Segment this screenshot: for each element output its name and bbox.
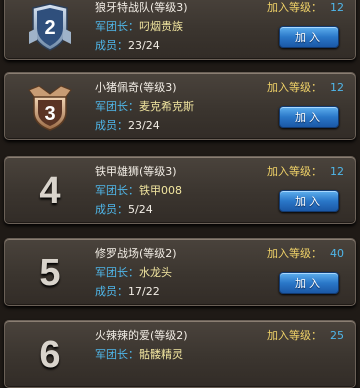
join-level-value: 12 xyxy=(330,1,344,14)
silver-rank-badge-icon: 2 xyxy=(29,3,71,51)
guild-row[interactable]: 2 狼牙特战队(等级3) 军团长：叼烟贵族 成员：23/24 加入等级： 12 加… xyxy=(4,0,356,60)
rank-number: 5 xyxy=(39,251,61,294)
members-line: 成员：23/24 xyxy=(95,36,265,55)
leader-label: 军团长： xyxy=(95,100,139,113)
leader-line: 军团长：叼烟贵族 xyxy=(95,17,265,36)
guild-name: 狼牙特战队(等级3) xyxy=(95,1,188,14)
leader-label: 军团长： xyxy=(95,266,139,279)
leader-label: 军团长： xyxy=(95,348,139,361)
members-count: 23/24 xyxy=(128,119,160,132)
rank-number: 2 xyxy=(44,17,55,39)
rank-badge: 4 xyxy=(27,166,73,216)
join-level: 加入等级： 40 xyxy=(267,244,344,263)
leader-name: 叼烟贵族 xyxy=(139,20,183,33)
rank-badge: 2 xyxy=(27,2,73,52)
guild-row[interactable]: 6 火辣辣的爱(等级2) 军团长：骷髅精灵 加入等级： 25 xyxy=(4,320,356,388)
members-count: 17/22 xyxy=(128,285,160,298)
leader-line: 军团长：骷髅精灵 xyxy=(95,345,265,364)
join-level-label: 加入等级： xyxy=(267,81,322,94)
guild-info: 小猪佩奇(等级3) 军团长：麦克希克斯 成员：23/24 xyxy=(95,78,265,135)
join-button[interactable]: 加入 xyxy=(279,26,339,48)
rank-number: 3 xyxy=(44,103,55,125)
members-count: 23/24 xyxy=(128,39,160,52)
leader-name: 骷髅精灵 xyxy=(139,348,183,361)
join-level-label: 加入等级： xyxy=(267,329,322,342)
join-level: 加入等级： 25 xyxy=(267,326,344,345)
leader-name: 麦克希克斯 xyxy=(139,100,194,113)
guild-row[interactable]: 3 小猪佩奇(等级3) 军团长：麦克希克斯 成员：23/24 加入等级： 12 加… xyxy=(4,72,356,140)
join-button[interactable]: 加入 xyxy=(279,190,339,212)
join-level-value: 12 xyxy=(330,165,344,178)
members-label: 成员： xyxy=(95,203,128,216)
guild-row[interactable]: 4 铁甲雄狮(等级3) 军团长：铁甲008 成员：5/24 加入等级： 12 加入 xyxy=(4,156,356,224)
members-line: 成员：23/24 xyxy=(95,116,265,135)
join-level-value: 25 xyxy=(330,329,344,342)
join-button[interactable]: 加入 xyxy=(279,272,339,294)
rank-badge: 6 xyxy=(27,330,73,380)
leader-name: 铁甲008 xyxy=(139,184,182,197)
leader-label: 军团长： xyxy=(95,20,139,33)
leader-line: 军团长：铁甲008 xyxy=(95,181,265,200)
members-count: 5/24 xyxy=(128,203,153,216)
rank-number: 6 xyxy=(39,333,61,376)
guild-name: 修罗战场(等级2) xyxy=(95,247,177,260)
members-line: 成员：17/22 xyxy=(95,282,265,301)
join-button[interactable]: 加入 xyxy=(279,106,339,128)
guild-info: 修罗战场(等级2) 军团长：水龙头 成员：17/22 xyxy=(95,244,265,301)
members-label: 成员： xyxy=(95,119,128,132)
members-label: 成员： xyxy=(95,285,128,298)
members-label: 成员： xyxy=(95,39,128,52)
join-level: 加入等级： 12 xyxy=(267,162,344,181)
join-level-label: 加入等级： xyxy=(267,165,322,178)
leader-name: 水龙头 xyxy=(139,266,172,279)
join-level-value: 12 xyxy=(330,81,344,94)
join-level: 加入等级： 12 xyxy=(267,0,344,17)
leader-line: 军团长：麦克希克斯 xyxy=(95,97,265,116)
members-line: 成员：5/24 xyxy=(95,200,265,219)
guild-name: 铁甲雄狮(等级3) xyxy=(95,165,177,178)
guild-row[interactable]: 5 修罗战场(等级2) 军团长：水龙头 成员：17/22 加入等级： 40 加入 xyxy=(4,238,356,306)
guild-info: 火辣辣的爱(等级2) 军团长：骷髅精灵 xyxy=(95,326,265,364)
guild-list: 2 狼牙特战队(等级3) 军团长：叼烟贵族 成员：23/24 加入等级： 12 加… xyxy=(0,0,360,388)
rank-number: 4 xyxy=(39,169,61,212)
join-level-label: 加入等级： xyxy=(267,247,322,260)
guild-name: 小猪佩奇(等级3) xyxy=(95,81,177,94)
guild-info: 狼牙特战队(等级3) 军团长：叼烟贵族 成员：23/24 xyxy=(95,0,265,55)
rank-badge: 5 xyxy=(27,248,73,298)
leader-line: 军团长：水龙头 xyxy=(95,263,265,282)
join-level-label: 加入等级： xyxy=(267,1,322,14)
guild-info: 铁甲雄狮(等级3) 军团长：铁甲008 成员：5/24 xyxy=(95,162,265,219)
bronze-rank-badge-icon: 3 xyxy=(28,85,72,131)
join-level: 加入等级： 12 xyxy=(267,78,344,97)
leader-label: 军团长： xyxy=(95,184,139,197)
join-level-value: 40 xyxy=(330,247,344,260)
rank-badge: 3 xyxy=(27,82,73,132)
guild-name: 火辣辣的爱(等级2) xyxy=(95,329,188,342)
